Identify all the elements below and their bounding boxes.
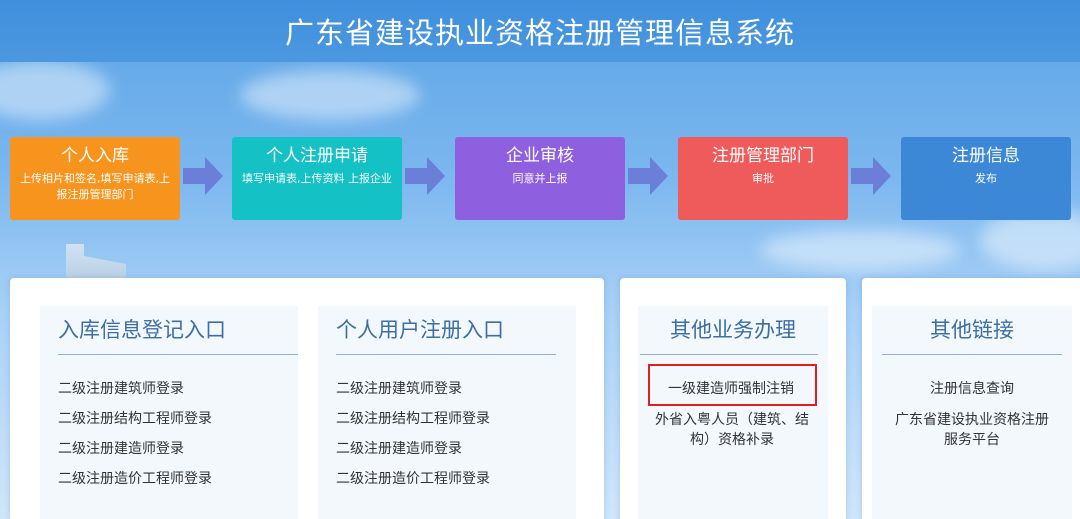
arrow-right-icon <box>851 157 891 195</box>
section-heading: 个人用户注册入口 <box>336 318 504 342</box>
cloud-decoration <box>0 60 110 120</box>
arrow-right-icon <box>405 157 445 195</box>
other-links-panel: 其他链接 注册信息查询 广东省建设执业资格注册服务平台 <box>862 278 1080 519</box>
step-title: 个人入库 <box>61 146 129 166</box>
step-title: 注册信息 <box>952 146 1020 166</box>
step-personal-entry[interactable]: 个人入库 上传相片和签名,填写申请表,上报注册管理部门 <box>10 137 180 220</box>
divider <box>336 354 556 355</box>
link-arch-login[interactable]: 二级注册建筑师登录 <box>58 380 184 398</box>
step-registration-authority[interactable]: 注册管理部门 审批 <box>678 137 848 220</box>
section-heading: 入库信息登记入口 <box>58 318 226 342</box>
step-desc: 同意并上报 <box>512 172 568 185</box>
step-desc: 发布 <box>975 172 997 185</box>
entry-panel: 入库信息登记入口 二级注册建筑师登录 二级注册结构工程师登录 二级注册建造师登录… <box>10 278 604 519</box>
page-header: 广东省建设执业资格注册管理信息系统 <box>0 0 1080 62</box>
step-desc: 审批 <box>752 172 774 185</box>
step-personal-registration[interactable]: 个人注册申请 填写申请表,上传资料 上报企业 <box>232 137 402 220</box>
section-heading: 其他链接 <box>930 318 1014 342</box>
divider <box>58 354 298 355</box>
link-registration-query[interactable]: 注册信息查询 <box>872 380 1072 398</box>
link-constructor-login[interactable]: 二级注册建造师登录 <box>336 440 462 458</box>
step-title: 注册管理部门 <box>712 146 814 166</box>
cloud-decoration <box>760 230 960 270</box>
red-highlight-box <box>648 364 817 406</box>
link-out-of-province-supplement[interactable]: 外省入粤人员（建筑、结构）资格补录 <box>652 410 812 450</box>
other-business-column: 其他业务办理 一级建造师强制注销 外省入粤人员（建筑、结构）资格补录 <box>638 306 828 519</box>
link-service-platform[interactable]: 广东省建设执业资格注册服务平台 <box>892 410 1052 450</box>
arrow-right-icon <box>183 157 223 195</box>
arrow-right-icon <box>628 157 668 195</box>
entry-column: 入库信息登记入口 二级注册建筑师登录 二级注册结构工程师登录 二级注册建造师登录… <box>40 306 298 519</box>
step-registration-info[interactable]: 注册信息 发布 <box>901 137 1071 220</box>
step-desc: 上传相片和签名,填写申请表,上报注册管理部门 <box>20 172 170 201</box>
step-enterprise-review[interactable]: 企业审核 同意并上报 <box>455 137 625 220</box>
cloud-decoration <box>240 70 420 120</box>
link-cost-login[interactable]: 二级注册造价工程师登录 <box>58 470 212 488</box>
other-business-panel: 其他业务办理 一级建造师强制注销 外省入粤人员（建筑、结构）资格补录 <box>620 278 846 519</box>
link-arch-login[interactable]: 二级注册建筑师登录 <box>336 380 462 398</box>
other-links-column: 其他链接 注册信息查询 广东省建设执业资格注册服务平台 <box>872 306 1072 519</box>
step-title: 企业审核 <box>506 146 574 166</box>
step-desc: 填写申请表,上传资料 上报企业 <box>242 172 392 185</box>
process-steps: 个人入库 上传相片和签名,填写申请表,上报注册管理部门 个人注册申请 填写申请表… <box>0 137 1080 221</box>
divider <box>882 354 1062 355</box>
link-cost-login[interactable]: 二级注册造价工程师登录 <box>336 470 490 488</box>
link-struct-login[interactable]: 二级注册结构工程师登录 <box>336 410 490 428</box>
page-title: 广东省建设执业资格注册管理信息系统 <box>284 16 795 50</box>
user-column: 个人用户注册入口 二级注册建筑师登录 二级注册结构工程师登录 二级注册建造师登录… <box>318 306 576 519</box>
link-struct-login[interactable]: 二级注册结构工程师登录 <box>58 410 212 428</box>
section-heading: 其他业务办理 <box>670 318 796 342</box>
link-constructor-login[interactable]: 二级注册建造师登录 <box>58 440 184 458</box>
step-title: 个人注册申请 <box>266 146 368 166</box>
divider <box>640 354 818 355</box>
